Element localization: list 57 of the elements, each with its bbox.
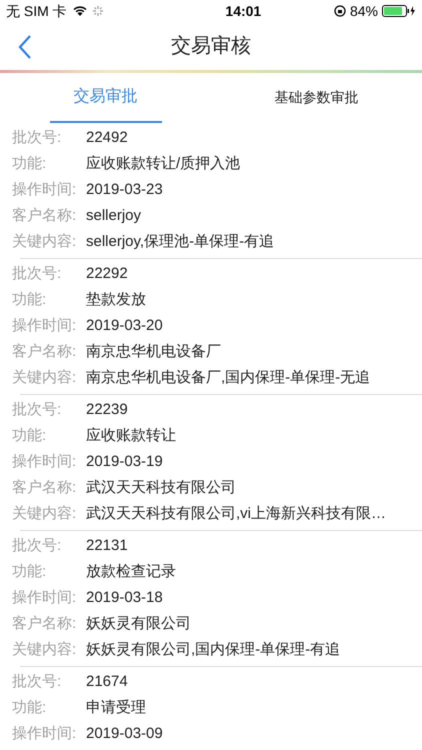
rotation-lock-icon	[334, 5, 346, 17]
field-label: 功能:	[12, 562, 48, 582]
field-value: 妖妖灵有限公司,国内保理-单保理-有追	[86, 640, 340, 660]
tab[interactable]: 交易审批	[50, 73, 162, 123]
back-icon[interactable]	[18, 35, 32, 59]
field-value: 武汉天天科技有限公司,vi上海新兴科技有限…	[86, 504, 386, 524]
field-value: 应收账款转让/质押入池	[86, 154, 240, 174]
field-value: 申请受理	[86, 698, 146, 718]
field-value: 22239	[86, 400, 128, 420]
field-value: 2019-03-23	[86, 180, 163, 200]
field-value: 22131	[86, 536, 128, 556]
battery-icon	[382, 5, 416, 17]
field-label: 操作时间:	[12, 316, 78, 336]
field-label: 批次号:	[12, 536, 62, 556]
field-label: 关键内容:	[12, 640, 78, 660]
wifi-icon	[72, 5, 88, 17]
field-label: 关键内容:	[12, 232, 78, 252]
field-value: 22492	[86, 128, 128, 148]
field-value: sellerjoy	[86, 206, 142, 226]
field-value: 垫款发放	[86, 290, 146, 310]
field-value: 2019-03-19	[86, 452, 163, 472]
field-label: 操作时间:	[12, 588, 78, 608]
loading-icon	[92, 6, 103, 16]
field-label: 批次号:	[12, 672, 62, 692]
field-label: 操作时间:	[12, 452, 78, 472]
field-label: 客户名称:	[12, 206, 78, 226]
field-value: 南京忠华机电设备厂	[86, 342, 221, 362]
field-value: 妖妖灵有限公司	[86, 614, 191, 634]
field-label: 功能:	[12, 426, 48, 446]
status-time: 14:01	[225, 2, 262, 20]
carrier-label: 无 SIM 卡	[6, 2, 67, 20]
field-label: 功能:	[12, 154, 48, 174]
field-label: 关键内容:	[12, 504, 78, 524]
tab[interactable]: 基础参数审批	[260, 73, 372, 123]
field-label: 功能:	[12, 698, 48, 718]
field-label: 操作时间:	[12, 724, 78, 744]
field-label: 客户名称:	[12, 478, 78, 498]
page-title: 交易审核	[171, 34, 251, 59]
field-label: 功能:	[12, 290, 48, 310]
field-label: 批次号:	[12, 128, 62, 148]
field-value: 武汉天天科技有限公司	[86, 478, 236, 498]
field-label: 操作时间:	[12, 180, 78, 200]
field-value: 应收账款转让	[86, 426, 176, 446]
field-value: 南京忠华机电设备厂,国内保理-单保理-无追	[86, 368, 370, 388]
field-label: 关键内容:	[12, 368, 78, 388]
field-label: 客户名称:	[12, 342, 78, 362]
battery-percent: 84%	[350, 2, 378, 20]
field-label: 批次号:	[12, 400, 62, 420]
field-value: 2019-03-20	[86, 316, 163, 336]
field-value: sellerjoy,保理池-单保理-有追	[86, 232, 274, 252]
field-value: 2019-03-18	[86, 588, 163, 608]
field-value: 22292	[86, 264, 128, 284]
field-value: 放款检查记录	[86, 562, 176, 582]
field-label: 批次号:	[12, 264, 62, 284]
field-value: 2019-03-09	[86, 724, 163, 744]
field-label: 客户名称:	[12, 614, 78, 634]
field-value: 21674	[86, 672, 128, 692]
